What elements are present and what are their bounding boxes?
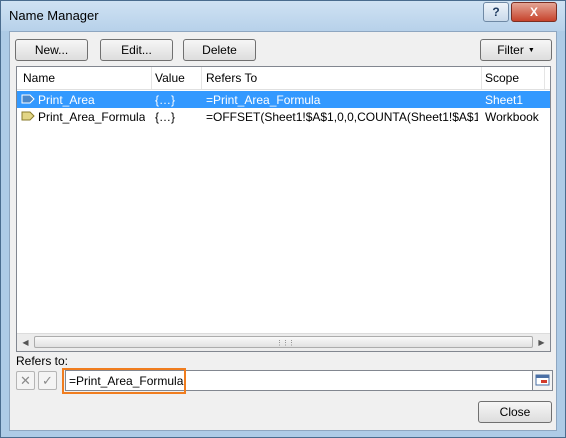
row-name: Print_Area — [38, 93, 95, 107]
name-manager-window: Name Manager ? X New... Edit... Delete F… — [0, 0, 566, 438]
help-icon: ? — [492, 5, 500, 19]
name-tag-icon — [21, 111, 35, 121]
names-list[interactable]: Name Value Refers To Scope Print_Area {…… — [16, 66, 551, 352]
filter-button-label: Filter — [497, 43, 524, 57]
title-close-button[interactable]: X — [511, 2, 557, 22]
cancel-edit-icon: ✕ — [20, 372, 31, 388]
cancel-edit-button[interactable]: ✕ — [16, 371, 35, 390]
row-scope: Sheet1 — [485, 93, 524, 107]
grip-icon: ⋮⋮⋮ — [276, 340, 295, 347]
commit-edit-button[interactable]: ✓ — [38, 371, 57, 390]
window-title: Name Manager — [9, 8, 99, 23]
row-refers-to: =Print_Area_Formula — [206, 93, 321, 107]
refers-to-input[interactable] — [65, 370, 533, 391]
new-button-label: New... — [34, 43, 69, 57]
row-value: {…} — [155, 93, 176, 107]
row-name: Print_Area_Formula — [38, 110, 146, 124]
close-icon: X — [529, 5, 538, 19]
title-bar: Name Manager ? X — [1, 1, 565, 31]
name-tag-icon — [21, 94, 35, 104]
new-button[interactable]: New... — [15, 39, 88, 61]
scroll-right-icon[interactable]: ▶ — [533, 334, 550, 351]
delete-button[interactable]: Delete — [183, 39, 256, 61]
collapse-dialog-icon — [535, 374, 550, 386]
commit-edit-icon: ✓ — [42, 372, 53, 388]
help-button[interactable]: ? — [483, 2, 509, 22]
row-refers-to: =OFFSET(Sheet1!$A$1,0,0,COUNTA(Sheet1!$A… — [206, 110, 478, 124]
collapse-dialog-button[interactable] — [532, 370, 553, 391]
close-button-label: Close — [499, 405, 531, 419]
dropdown-arrow-icon: ▼ — [527, 46, 535, 54]
row-scope: Workbook — [485, 110, 539, 124]
dialog-body: New... Edit... Delete Filter ▼ Name Value… — [9, 31, 557, 431]
col-divider — [544, 67, 545, 89]
scroll-left-icon[interactable]: ◀ — [17, 334, 34, 351]
col-divider — [481, 67, 482, 89]
col-divider — [151, 67, 152, 89]
col-divider — [201, 67, 202, 89]
list-header: Name Value Refers To Scope — [17, 67, 550, 90]
edit-button[interactable]: Edit... — [100, 39, 173, 61]
list-row-print-area-formula[interactable]: Print_Area_Formula {…} =OFFSET(Sheet1!$A… — [17, 108, 550, 125]
horizontal-scrollbar[interactable]: ◀ ⋮⋮⋮ ▶ — [17, 333, 550, 351]
col-scope-header[interactable]: Scope — [485, 71, 519, 85]
delete-button-label: Delete — [202, 43, 237, 57]
col-refers-header[interactable]: Refers To — [206, 71, 257, 85]
refers-to-label: Refers to: — [16, 354, 69, 368]
list-row-print-area[interactable]: Print_Area {…} =Print_Area_Formula Sheet… — [17, 91, 550, 108]
scroll-thumb[interactable]: ⋮⋮⋮ — [34, 336, 533, 348]
edit-button-label: Edit... — [121, 43, 152, 57]
close-button[interactable]: Close — [478, 401, 552, 423]
filter-button[interactable]: Filter ▼ — [480, 39, 552, 61]
col-name-header[interactable]: Name — [23, 71, 55, 85]
col-value-header[interactable]: Value — [155, 71, 185, 85]
row-value: {…} — [155, 110, 176, 124]
